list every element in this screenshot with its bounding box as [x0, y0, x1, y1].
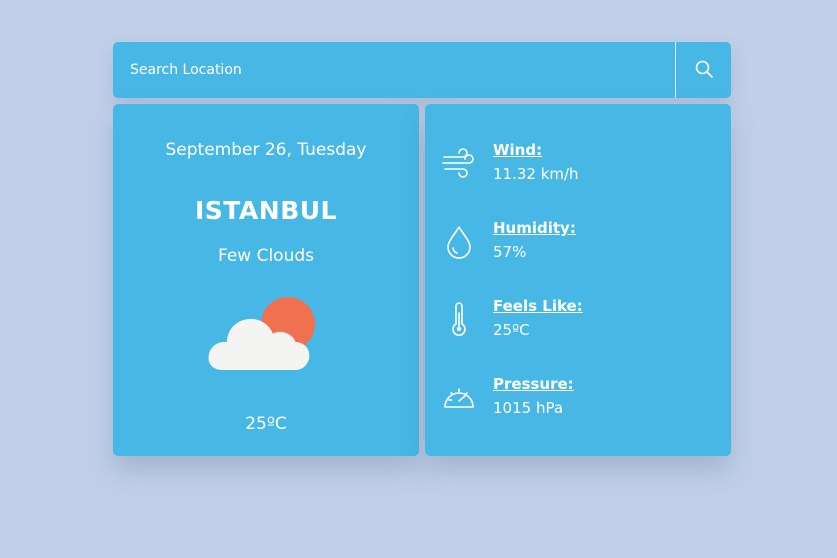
feels-like-stat: Feels Like: 25ºC	[441, 296, 583, 341]
city-name: ISTANBUL	[195, 196, 337, 225]
search-input[interactable]	[113, 42, 675, 98]
wind-icon	[441, 145, 477, 181]
wind-stat: Wind: 11.32 km/h	[441, 140, 579, 185]
date-text: September 26, Tuesday	[165, 140, 367, 160]
current-weather-card: September 26, Tuesday ISTANBUL Few Cloud…	[113, 104, 419, 456]
droplet-icon	[441, 223, 477, 259]
search-icon	[694, 59, 714, 82]
search-button[interactable]	[675, 42, 731, 98]
feels-like-value: 25ºC	[493, 321, 530, 339]
wind-value: 11.32 km/h	[493, 165, 579, 183]
cloud-sun-icon	[207, 294, 325, 374]
temperature-text: 25ºC	[245, 414, 287, 434]
humidity-label: Humidity:	[493, 219, 576, 237]
pressure-label: Pressure:	[493, 375, 574, 393]
pressure-stat: Pressure: 1015 hPa	[441, 374, 574, 419]
details-card: Wind: 11.32 km/h Humidity: 57% Feels Lik…	[425, 104, 731, 456]
feels-like-label: Feels Like:	[493, 297, 583, 315]
search-bar	[113, 42, 731, 98]
humidity-value: 57%	[493, 243, 527, 261]
pressure-value: 1015 hPa	[493, 399, 564, 417]
thermometer-icon	[441, 301, 477, 337]
humidity-stat: Humidity: 57%	[441, 218, 576, 263]
weather-condition: Few Clouds	[217, 246, 315, 266]
gauge-icon	[441, 379, 477, 415]
wind-label: Wind:	[493, 141, 543, 159]
